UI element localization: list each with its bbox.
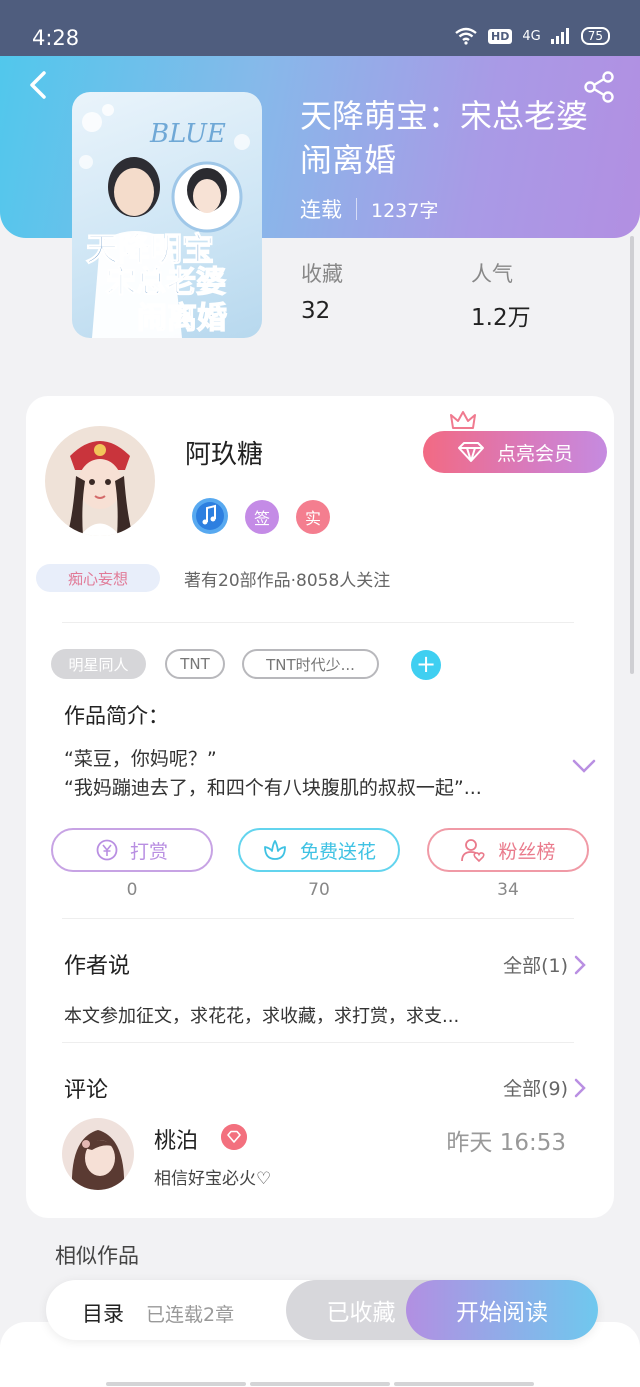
stat-value-favorites: 32 bbox=[301, 298, 331, 324]
free-flower-label: 免费送花 bbox=[299, 840, 376, 863]
yen-icon bbox=[96, 839, 118, 861]
tag-chip[interactable]: 明星同人 bbox=[51, 649, 146, 679]
intro-line: “菜豆，你妈呢？” bbox=[64, 748, 217, 770]
author-say-title: 作者说 bbox=[64, 954, 131, 979]
fan-ranking-button[interactable]: 粉丝榜 bbox=[427, 828, 589, 872]
word-count: 1237字 bbox=[371, 199, 439, 222]
divider bbox=[356, 198, 357, 220]
intro-line: “我妈蹦迪去了，和四个有八块腹肌的叔叔一起”... bbox=[64, 777, 482, 799]
vip-button[interactable]: 点亮会员 bbox=[423, 431, 607, 473]
chevron-right-icon bbox=[574, 955, 586, 974]
verified-badge: 实 bbox=[296, 500, 330, 534]
stat-label-popularity: 人气 bbox=[471, 262, 513, 286]
wifi-icon bbox=[455, 27, 477, 45]
scrollbar[interactable] bbox=[630, 236, 634, 674]
reward-count: 0 bbox=[126, 880, 138, 900]
book-cover[interactable]: BLUE 天降明宝 宋总老婆 闹离婚 bbox=[72, 92, 262, 338]
network-type: 4G bbox=[522, 28, 541, 44]
book-detail-card: 阿玖糖 点亮会员 签 实 痴心妄想 著有20部作品·8058人关注 明星同人 T… bbox=[26, 396, 614, 1218]
author-say-text[interactable]: 本文参加征文，求花花，求收藏，求打赏，求支... bbox=[64, 1002, 459, 1028]
back-arrow-icon[interactable] bbox=[24, 70, 54, 100]
fan-count: 34 bbox=[497, 880, 519, 900]
chevron-down-icon[interactable] bbox=[572, 758, 596, 774]
serial-row: 连载 1237字 bbox=[300, 194, 438, 224]
crown-icon bbox=[450, 411, 476, 429]
cover-title-line-3: 闹离婚 bbox=[137, 301, 227, 336]
book-title: 天降萌宝：宋总老婆闹离婚 bbox=[300, 97, 589, 179]
status-time: 4:28 bbox=[32, 26, 80, 50]
bottom-action-bar: 目录 已连载2章 已收藏 开始阅读 bbox=[46, 1280, 598, 1340]
user-heart-icon bbox=[461, 839, 486, 863]
reward-label: 打赏 bbox=[129, 840, 168, 863]
cover-title-line-1: 天降明宝 bbox=[86, 230, 214, 268]
cover-title-line-2: 宋总老婆 bbox=[106, 265, 226, 300]
author-meta: 著有20部作品·8058人关注 bbox=[184, 571, 391, 591]
commenter-avatar[interactable] bbox=[62, 1118, 134, 1190]
status-icons: HD 4G 75 bbox=[454, 27, 610, 45]
music-note-icon bbox=[192, 498, 228, 534]
vip-button-label: 点亮会员 bbox=[496, 442, 573, 465]
home-indicator[interactable] bbox=[106, 1382, 534, 1386]
divider bbox=[62, 622, 574, 623]
comment-time: 昨天 16:53 bbox=[446, 1130, 566, 1156]
comment-text: 相信好宝必火♡ bbox=[154, 1169, 272, 1189]
free-flower-button[interactable]: 免费送花 bbox=[238, 828, 400, 872]
add-tag-button[interactable]: + bbox=[411, 650, 441, 680]
signal-icon bbox=[550, 28, 569, 44]
similar-works-title: 相似作品 bbox=[55, 1244, 139, 1268]
author-name[interactable]: 阿玖糖 bbox=[185, 434, 263, 471]
tag-chip[interactable]: TNT bbox=[165, 649, 225, 679]
intro-title: 作品简介： bbox=[64, 704, 169, 728]
start-reading-button[interactable]: 开始阅读 bbox=[406, 1280, 598, 1340]
author-say-all-label: 全部(1) bbox=[503, 955, 568, 977]
flower-icon bbox=[264, 840, 286, 860]
author-title-tag: 痴心妄想 bbox=[36, 564, 160, 592]
hd-badge: HD bbox=[488, 28, 513, 44]
chevron-right-icon bbox=[574, 1078, 586, 1097]
comments-title: 评论 bbox=[64, 1078, 109, 1103]
commenter-name[interactable]: 桃泊 bbox=[154, 1123, 198, 1155]
toc-status: 已连载2章 bbox=[146, 1304, 235, 1326]
battery-indicator: 75 bbox=[580, 27, 610, 45]
cover-deco-text: BLUE bbox=[149, 119, 226, 149]
status-bar: 4:28 HD 4G 75 bbox=[0, 0, 640, 56]
stat-label-favorites: 收藏 bbox=[301, 262, 343, 286]
divider bbox=[62, 1042, 574, 1043]
diamond-icon bbox=[221, 1124, 247, 1150]
divider bbox=[62, 918, 574, 919]
diamond-icon bbox=[457, 442, 484, 462]
reward-button[interactable]: 打赏 bbox=[51, 828, 213, 872]
author-say-all-link[interactable]: 全部(1) bbox=[503, 951, 586, 978]
comments-all-link[interactable]: 全部(9) bbox=[503, 1074, 586, 1101]
signed-badge: 签 bbox=[245, 500, 279, 534]
serial-status: 连载 bbox=[300, 198, 342, 222]
cover-art: BLUE 天降明宝 宋总老婆 闹离婚 bbox=[79, 104, 250, 338]
tag-chip[interactable]: TNT时代少... bbox=[242, 649, 379, 679]
stat-value-popularity: 1.2万 bbox=[471, 305, 531, 331]
author-avatar[interactable] bbox=[45, 426, 155, 536]
flower-count: 70 bbox=[308, 880, 330, 900]
toc-button[interactable]: 目录 bbox=[82, 1298, 124, 1328]
comments-all-label: 全部(9) bbox=[503, 1078, 568, 1100]
fan-ranking-label: 粉丝榜 bbox=[498, 840, 556, 863]
